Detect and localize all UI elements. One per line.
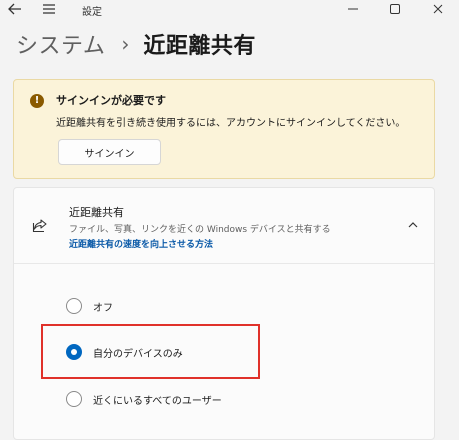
minimize-icon[interactable] [346,0,360,18]
warning-icon: ! [30,94,44,108]
window-title: 設定 [82,7,102,18]
radio-everyone-nearby[interactable] [66,391,82,407]
banner-title: サインインが必要です [56,94,166,107]
signin-button[interactable]: サインイン [58,139,161,165]
radio-off[interactable] [66,298,82,314]
close-icon[interactable] [431,0,445,18]
back-arrow-icon[interactable] [6,0,24,18]
breadcrumb-parent-link[interactable]: システム [16,28,105,60]
nearby-sharing-description: ファイル、写真、リンクを近くの Windows デバイスと共有する [69,225,331,235]
banner-message: 近距離共有を引き続き使用するには、アカウントにサインインしてください。 [56,118,406,129]
hamburger-menu-icon[interactable] [40,0,58,18]
highlight-box [41,324,260,379]
option-off[interactable]: オフ [66,294,113,318]
nearby-sharing-title: 近距離共有 [69,206,124,219]
breadcrumb-separator: › [121,32,130,56]
option-everyone-nearby-label: 近くにいるすべてのユーザー [93,395,222,407]
option-everyone-nearby[interactable]: 近くにいるすべてのユーザー [66,387,222,411]
chevron-up-icon[interactable] [408,220,418,230]
breadcrumb: システム › 近距離共有 [16,26,256,62]
nearby-sharing-card: 近距離共有 ファイル、写真、リンクを近くの Windows デバイスと共有する … [13,187,435,440]
page-title: 近距離共有 [143,34,256,59]
speed-help-link[interactable]: 近距離共有の速度を向上させる方法 [69,237,213,250]
title-bar: 設定 [0,0,459,22]
maximize-icon[interactable] [389,0,401,18]
option-off-label: オフ [93,302,113,314]
signin-required-banner: ! サインインが必要です 近距離共有を引き続き使用するには、アカウントにサインイ… [13,79,435,179]
nearby-sharing-header[interactable]: 近距離共有 ファイル、写真、リンクを近くの Windows デバイスと共有する … [14,188,434,264]
share-icon [32,219,47,233]
